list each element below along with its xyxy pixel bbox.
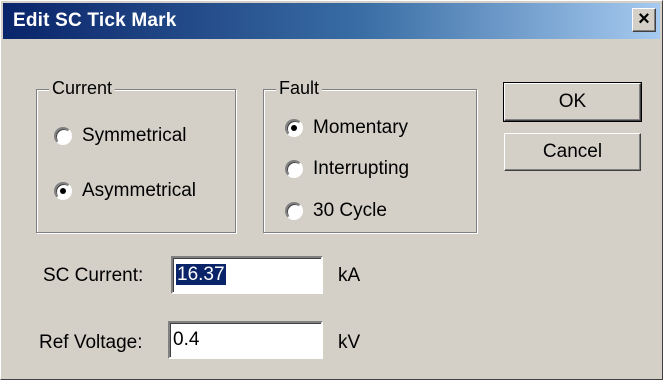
radio-asymmetrical[interactable]: Asymmetrical — [54, 179, 196, 203]
close-icon: × — [638, 8, 650, 30]
sc-current-value: 16.37 — [176, 264, 226, 285]
ref-voltage-label: Ref Voltage: — [39, 332, 143, 353]
30-cycle-radio-button[interactable] — [285, 202, 303, 220]
interrupting-radio-button[interactable] — [285, 160, 303, 178]
30-cycle-label: 30 Cycle — [313, 200, 387, 221]
ref-voltage-input[interactable]: 0.4 — [168, 321, 323, 359]
sc-current-input[interactable]: 16.37 — [171, 256, 323, 294]
fault-groupbox: Fault Momentary Interrupting 30 Cycle — [263, 78, 477, 233]
sc-current-label: SC Current: — [43, 265, 144, 286]
radio-momentary[interactable]: Momentary — [285, 116, 408, 140]
radio-interrupting[interactable]: Interrupting — [285, 157, 409, 181]
current-group-label: Current — [49, 78, 116, 99]
close-button[interactable]: × — [632, 8, 656, 32]
radio-30-cycle[interactable]: 30 Cycle — [285, 199, 387, 223]
symmetrical-radio-button[interactable] — [54, 127, 72, 145]
sc-current-unit: kA — [338, 265, 361, 286]
fault-group-label: Fault — [276, 78, 323, 99]
symmetrical-label: Symmetrical — [82, 125, 187, 146]
asymmetrical-label: Asymmetrical — [82, 180, 197, 201]
ok-button[interactable]: OK — [503, 82, 642, 122]
cancel-button[interactable]: Cancel — [504, 133, 641, 171]
edit-sc-tick-mark-dialog: Edit SC Tick Mark × Current Symmetrical … — [0, 0, 663, 380]
momentary-label: Momentary — [313, 117, 409, 138]
asymmetrical-radio-button[interactable] — [54, 182, 72, 200]
dialog-title: Edit SC Tick Mark — [13, 10, 177, 31]
radio-symmetrical[interactable]: Symmetrical — [54, 124, 187, 148]
title-bar[interactable]: Edit SC Tick Mark × — [3, 3, 660, 39]
momentary-radio-button[interactable] — [285, 119, 303, 137]
current-groupbox: Current Symmetrical Asymmetrical — [36, 78, 236, 233]
ref-voltage-value: 0.4 — [173, 329, 200, 350]
ref-voltage-unit: kV — [338, 332, 361, 353]
interrupting-label: Interrupting — [313, 158, 410, 179]
